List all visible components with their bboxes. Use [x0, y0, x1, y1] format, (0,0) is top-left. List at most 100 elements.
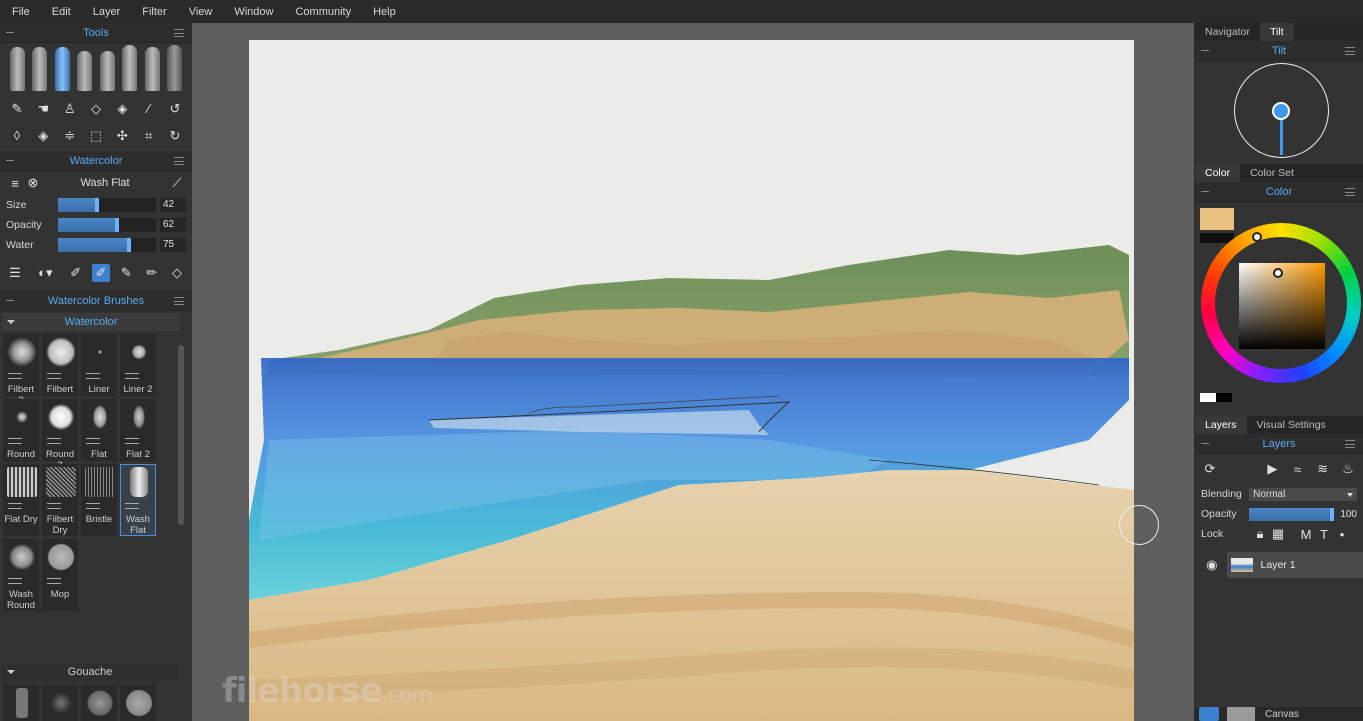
- tab-layers[interactable]: Layers: [1195, 416, 1247, 434]
- blending-select[interactable]: Normal: [1249, 487, 1357, 501]
- menu-view[interactable]: View: [189, 6, 213, 18]
- brush-mode-2-icon[interactable]: ✐: [91, 263, 110, 282]
- lock-alpha-icon[interactable]: ▦: [1269, 525, 1287, 543]
- sliders-icon[interactable]: ☰: [6, 264, 24, 282]
- gouache-group-header[interactable]: Gouache: [2, 663, 178, 681]
- panel-menu-icon[interactable]: [174, 297, 184, 305]
- lock-dot-icon[interactable]: •: [1333, 525, 1351, 543]
- tab-color-set[interactable]: Color Set: [1240, 164, 1304, 182]
- brush-tool-watercolor[interactable]: [54, 47, 70, 91]
- eyedropper-icon[interactable]: ⁄: [140, 100, 158, 118]
- water-slider[interactable]: [58, 238, 156, 252]
- fill-bucket-icon[interactable]: ◈: [113, 100, 131, 118]
- brush-preset[interactable]: Filbert 2: [3, 334, 39, 406]
- brush-preset[interactable]: Mop: [42, 539, 78, 611]
- paint-mode-icon[interactable]: ◐▾: [31, 264, 59, 282]
- play-icon[interactable]: ▶: [1263, 460, 1281, 478]
- brush-preset[interactable]: Round 2: [42, 399, 78, 471]
- collapse-icon[interactable]: [1201, 50, 1209, 51]
- symmetry-icon[interactable]: ≑: [61, 127, 79, 145]
- size-slider[interactable]: [58, 198, 156, 212]
- layer-opacity-slider[interactable]: [1249, 507, 1335, 521]
- menu-community[interactable]: Community: [295, 6, 351, 18]
- brush-preset[interactable]: Liner 2: [120, 334, 156, 396]
- redo-icon[interactable]: ↻: [166, 127, 184, 145]
- lock-icon[interactable]: 🔒︎: [1251, 525, 1269, 543]
- menu-window[interactable]: Window: [234, 6, 273, 18]
- panel-menu-icon[interactable]: [1345, 440, 1355, 448]
- collapse-icon[interactable]: [1201, 191, 1209, 192]
- smudge-icon[interactable]: ☚: [34, 100, 52, 118]
- brush-preset[interactable]: [120, 685, 156, 721]
- expand-arrow-icon[interactable]: [7, 320, 15, 324]
- brush-preset[interactable]: Flat: [81, 399, 117, 461]
- brush-tool-1[interactable]: [9, 47, 25, 91]
- brush-preset[interactable]: Flat Dry: [3, 464, 39, 536]
- menu-file[interactable]: File: [12, 6, 30, 18]
- brush-tool-8[interactable]: [167, 45, 183, 91]
- transform-icon[interactable]: ✣: [113, 127, 131, 145]
- brush-preset[interactable]: Filbert Dry: [42, 464, 78, 536]
- size-value[interactable]: 42: [160, 198, 186, 212]
- brush-tool-7[interactable]: [144, 47, 160, 91]
- menu-filter[interactable]: Filter: [142, 6, 166, 18]
- stroke-preview-icon[interactable]: ⟋: [168, 174, 186, 192]
- panel-menu-icon[interactable]: [174, 29, 184, 37]
- sv-picker-handle[interactable]: [1273, 268, 1283, 278]
- opacity-slider[interactable]: [58, 218, 156, 232]
- layer-opacity-value[interactable]: 100: [1340, 509, 1357, 520]
- painting-canvas[interactable]: [247, 40, 1137, 721]
- brush-tool-5[interactable]: [99, 51, 115, 91]
- brush-settings-icon[interactable]: ≡: [6, 174, 24, 192]
- panel-menu-icon[interactable]: [1345, 47, 1355, 55]
- brush-preset[interactable]: [81, 685, 117, 721]
- eye-icon[interactable]: ◉: [1203, 556, 1221, 574]
- panel-menu-icon[interactable]: [1345, 188, 1355, 196]
- brush-mode-4-icon[interactable]: ✏: [143, 264, 161, 282]
- opacity-value[interactable]: 62: [160, 218, 186, 232]
- tilt-dot[interactable]: [1272, 102, 1290, 120]
- tab-visual-settings[interactable]: Visual Settings: [1247, 416, 1336, 434]
- brush-preset[interactable]: Round: [3, 399, 39, 461]
- menu-edit[interactable]: Edit: [52, 6, 71, 18]
- eraser-icon[interactable]: ◇: [87, 100, 105, 118]
- layer-sync-icon[interactable]: ⟳: [1201, 460, 1219, 478]
- dry-layer-icon[interactable]: ≋: [1314, 460, 1332, 478]
- expand-arrow-icon[interactable]: [7, 670, 15, 674]
- brush-tool-2[interactable]: [32, 47, 48, 91]
- brush-preset[interactable]: Flat 2: [120, 399, 156, 461]
- water-drop-icon[interactable]: ◊: [8, 127, 26, 145]
- hue-picker-handle[interactable]: [1252, 232, 1262, 242]
- undo-icon[interactable]: ↺: [166, 100, 184, 118]
- brush-mode-3-icon[interactable]: ✎: [117, 264, 135, 282]
- lock-move-icon[interactable]: M: [1297, 525, 1315, 543]
- watercolor-group-header[interactable]: Watercolor: [2, 313, 180, 331]
- pencil-icon[interactable]: ✎: [8, 100, 26, 118]
- brush-preset[interactable]: Liner: [81, 334, 117, 396]
- canvas-area[interactable]: filehorse.com: [192, 23, 1194, 721]
- current-color-swatch[interactable]: [1200, 208, 1234, 230]
- ruler-icon[interactable]: ◈: [34, 127, 52, 145]
- canvas-thumbnail[interactable]: [1227, 707, 1255, 721]
- white-swatch[interactable]: [1200, 393, 1216, 402]
- brush-preset-selected[interactable]: Wash Flat: [120, 464, 156, 536]
- water-value[interactable]: 75: [160, 238, 186, 252]
- brush-preset[interactable]: Bristle: [81, 464, 117, 536]
- brush-preset[interactable]: Wash Round: [3, 539, 39, 611]
- brush-preset[interactable]: [42, 685, 78, 721]
- tab-color[interactable]: Color: [1195, 164, 1241, 182]
- menu-layer[interactable]: Layer: [93, 6, 121, 18]
- brushes-scrollbar[interactable]: [178, 345, 184, 525]
- collapse-icon[interactable]: [6, 300, 14, 301]
- tab-navigator[interactable]: Navigator: [1195, 23, 1260, 41]
- collapse-icon[interactable]: [1201, 443, 1209, 444]
- reset-brush-icon[interactable]: ⊗: [24, 174, 42, 192]
- brush-eraser-icon[interactable]: ◇: [168, 264, 186, 282]
- brush-preset[interactable]: Filbert: [42, 334, 78, 396]
- wet-layer-icon[interactable]: ≈: [1289, 460, 1307, 478]
- lock-text-icon[interactable]: T: [1315, 525, 1333, 543]
- collapse-icon[interactable]: [6, 160, 14, 161]
- menu-help[interactable]: Help: [373, 6, 396, 18]
- brush-tool-6[interactable]: [122, 45, 138, 91]
- brush-tool-4[interactable]: [77, 51, 93, 91]
